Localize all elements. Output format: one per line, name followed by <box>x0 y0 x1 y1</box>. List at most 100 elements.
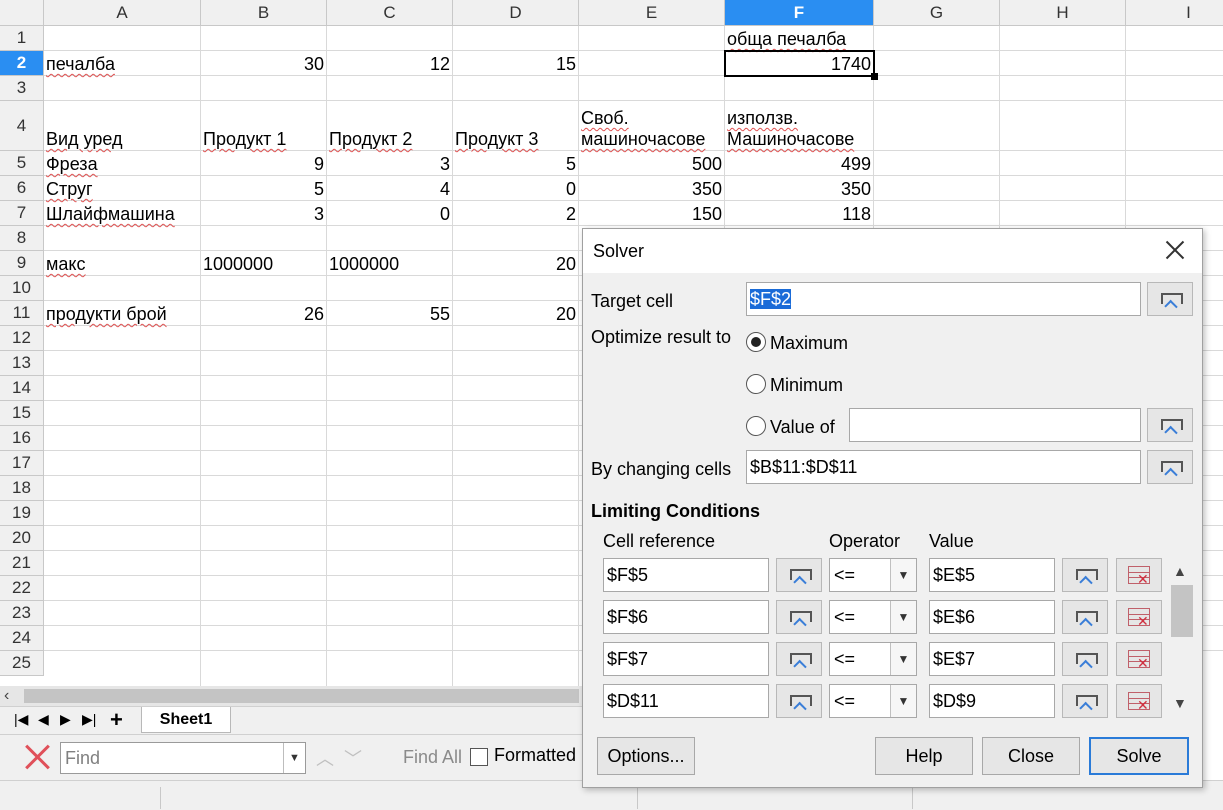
condition-4-operator[interactable]: <= ▼ <box>829 684 917 718</box>
column-header-a[interactable]: A <box>44 0 201 26</box>
cell-a11[interactable]: продукти брой <box>44 301 201 326</box>
cell-d5[interactable]: 5 <box>453 151 579 176</box>
value-of-input[interactable] <box>849 408 1141 442</box>
close-find-bar-icon[interactable] <box>22 741 52 773</box>
row-header-6[interactable]: 6 <box>0 176 44 201</box>
scroll-down-icon[interactable]: ▼ <box>1173 695 1187 711</box>
condition-4-cell-reference[interactable]: $D$11 <box>603 684 769 718</box>
condition-2-remove-button[interactable]: ✕ <box>1116 600 1162 634</box>
condition-2-shrink-ref-button[interactable] <box>776 600 822 634</box>
column-header-b[interactable]: B <box>201 0 327 26</box>
row-header-18[interactable]: 18 <box>0 476 44 501</box>
next-sheet-icon[interactable]: ▶ <box>60 711 71 728</box>
close-button[interactable]: Close <box>982 737 1080 775</box>
cell-d2[interactable]: 15 <box>453 51 579 76</box>
condition-2-shrink-value-button[interactable] <box>1062 600 1108 634</box>
conditions-scrollbar[interactable]: ▲ ▼ <box>1169 559 1193 719</box>
chevron-down-icon[interactable]: ▼ <box>890 601 916 633</box>
row-header-4[interactable]: 4 <box>0 101 44 151</box>
cell-a2[interactable]: печалба <box>44 51 201 76</box>
row-header-19[interactable]: 19 <box>0 501 44 526</box>
target-cell-input[interactable]: $F$2 <box>746 282 1141 316</box>
condition-3-value[interactable]: $E$7 <box>929 642 1055 676</box>
row-header-15[interactable]: 15 <box>0 401 44 426</box>
cell-e6[interactable]: 350 <box>579 176 725 201</box>
find-input[interactable]: Find ▼ <box>60 742 306 774</box>
column-header-h[interactable]: H <box>1000 0 1126 26</box>
cell-b11[interactable]: 26 <box>201 301 327 326</box>
column-header-d[interactable]: D <box>453 0 579 26</box>
cell-f2[interactable]: 1740 <box>725 51 874 76</box>
column-header-e[interactable]: E <box>579 0 725 26</box>
cell-c9[interactable]: 1000000 <box>327 251 453 276</box>
chevron-down-icon[interactable]: ▼ <box>283 743 305 773</box>
condition-1-operator[interactable]: <= ▼ <box>829 558 917 592</box>
row-header-2[interactable]: 2 <box>0 51 44 76</box>
cell-b7[interactable]: 3 <box>201 201 327 226</box>
value-of-label[interactable]: Value of <box>770 417 835 438</box>
find-prev-next-icons[interactable]: ︿﹀ <box>316 745 372 771</box>
chevron-down-icon[interactable]: ▼ <box>890 685 916 717</box>
sheet-tab-sheet1[interactable]: Sheet1 <box>141 707 231 733</box>
scroll-up-icon[interactable]: ▲ <box>1173 563 1187 579</box>
maximum-label[interactable]: Maximum <box>770 333 848 354</box>
cell-c2[interactable]: 12 <box>327 51 453 76</box>
condition-3-shrink-value-button[interactable] <box>1062 642 1108 676</box>
cell-d9[interactable]: 20 <box>453 251 579 276</box>
column-header-c[interactable]: C <box>327 0 453 26</box>
cell-f6[interactable]: 350 <box>725 176 874 201</box>
cell-f4[interactable]: използв. Машиночасове <box>725 101 874 151</box>
condition-3-operator[interactable]: <= ▼ <box>829 642 917 676</box>
row-header-12[interactable]: 12 <box>0 326 44 351</box>
cell-f1[interactable]: обща печалба <box>725 26 874 51</box>
condition-1-shrink-value-button[interactable] <box>1062 558 1108 592</box>
condition-4-shrink-value-button[interactable] <box>1062 684 1108 718</box>
row-header-20[interactable]: 20 <box>0 526 44 551</box>
first-sheet-icon[interactable]: |◀ <box>14 711 28 728</box>
condition-4-remove-button[interactable]: ✕ <box>1116 684 1162 718</box>
row-header-3[interactable]: 3 <box>0 76 44 101</box>
row-header-16[interactable]: 16 <box>0 426 44 451</box>
row-header-23[interactable]: 23 <box>0 601 44 626</box>
row-header-5[interactable]: 5 <box>0 151 44 176</box>
row-header-7[interactable]: 7 <box>0 201 44 226</box>
condition-3-remove-button[interactable]: ✕ <box>1116 642 1162 676</box>
condition-2-cell-reference[interactable]: $F$6 <box>603 600 769 634</box>
cell-c7[interactable]: 0 <box>327 201 453 226</box>
condition-1-cell-reference[interactable]: $F$5 <box>603 558 769 592</box>
shrink-value-of-button[interactable] <box>1147 408 1193 442</box>
cell-d7[interactable]: 2 <box>453 201 579 226</box>
find-all-button[interactable]: Find All <box>403 747 462 768</box>
cell-b5[interactable]: 9 <box>201 151 327 176</box>
help-button[interactable]: Help <box>875 737 973 775</box>
cell-e5[interactable]: 500 <box>579 151 725 176</box>
value-of-radio[interactable] <box>746 416 766 436</box>
condition-3-shrink-ref-button[interactable] <box>776 642 822 676</box>
condition-4-value[interactable]: $D$9 <box>929 684 1055 718</box>
cell-a4[interactable]: Вид уред <box>44 101 201 151</box>
condition-2-value[interactable]: $E$6 <box>929 600 1055 634</box>
column-header-g[interactable]: G <box>874 0 1000 26</box>
formatted-checkbox[interactable] <box>470 748 488 766</box>
select-all-corner[interactable] <box>0 0 44 26</box>
row-header-9[interactable]: 9 <box>0 251 44 276</box>
cell-e7[interactable]: 150 <box>579 201 725 226</box>
minimum-label[interactable]: Minimum <box>770 375 843 396</box>
condition-3-cell-reference[interactable]: $F$7 <box>603 642 769 676</box>
row-header-17[interactable]: 17 <box>0 451 44 476</box>
horizontal-scroll-thumb[interactable] <box>24 689 579 703</box>
cell-c4[interactable]: Продукт 2 <box>327 101 453 151</box>
column-header-i[interactable]: I <box>1126 0 1223 26</box>
cell-d11[interactable]: 20 <box>453 301 579 326</box>
scroll-left-icon[interactable]: ‹ <box>4 686 9 706</box>
row-header-13[interactable]: 13 <box>0 351 44 376</box>
row-header-21[interactable]: 21 <box>0 551 44 576</box>
chevron-down-icon[interactable]: ▼ <box>890 643 916 675</box>
cell-c5[interactable]: 3 <box>327 151 453 176</box>
cell-c11[interactable]: 55 <box>327 301 453 326</box>
row-header-14[interactable]: 14 <box>0 376 44 401</box>
close-icon[interactable] <box>1162 237 1188 263</box>
condition-4-shrink-ref-button[interactable] <box>776 684 822 718</box>
minimum-radio[interactable] <box>746 374 766 394</box>
cell-d4[interactable]: Продукт 3 <box>453 101 579 151</box>
